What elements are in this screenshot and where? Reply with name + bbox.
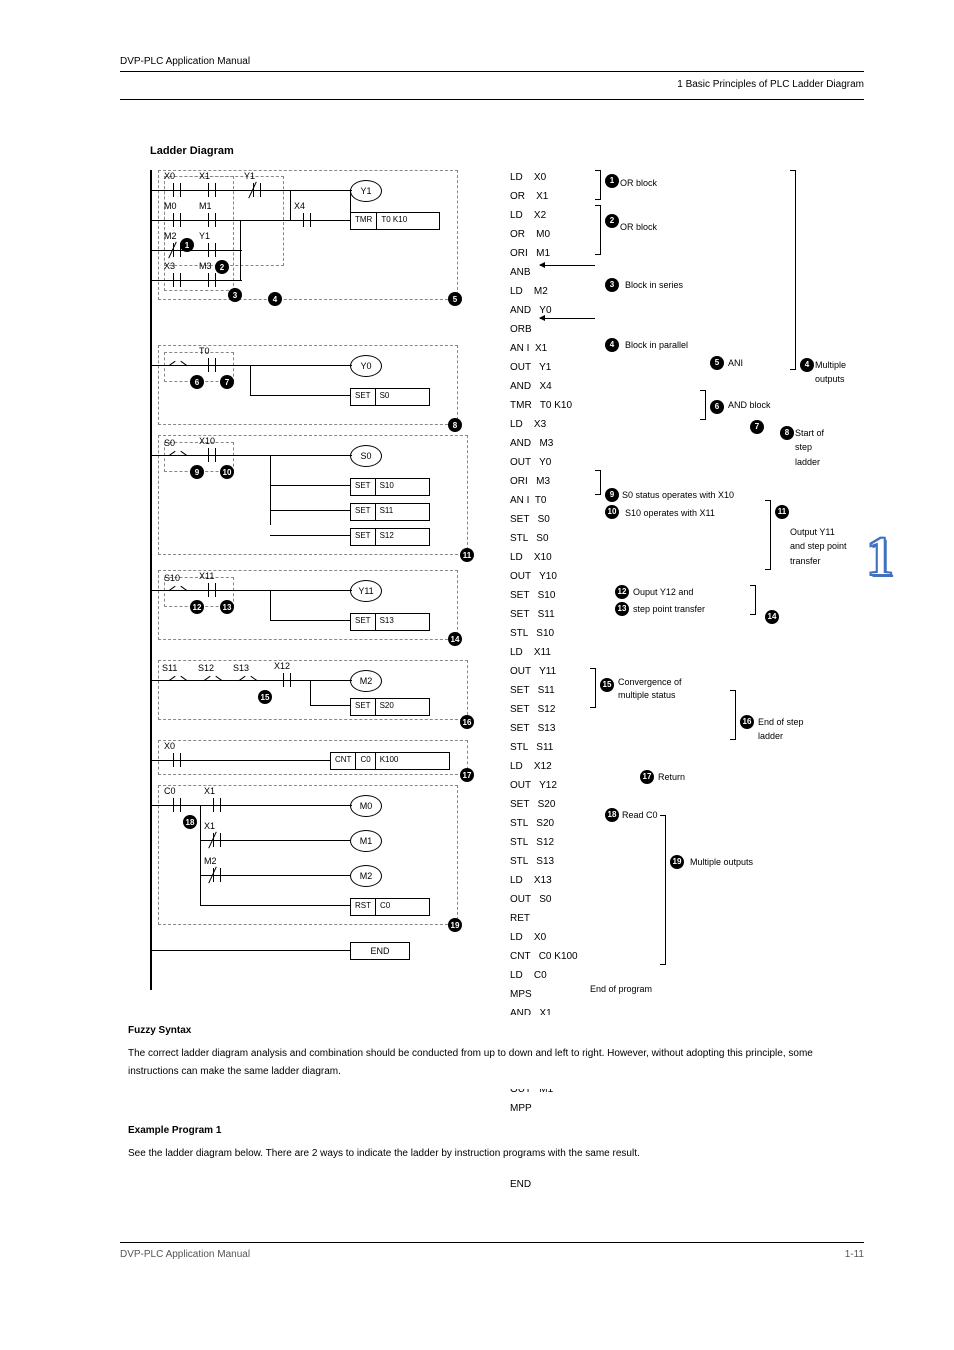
- ladder-diagram: X0 X1 Y1 Y1 M0 M1 X4 TMRT0 K10 M2 Y1 X3 …: [150, 170, 480, 990]
- box-tmr: TMRT0 K10: [350, 212, 440, 230]
- page-footer: DVP-PLC Application Manual 1-11: [120, 1242, 864, 1260]
- chapter-row: 1 Basic Principles of PLC Ladder Diagram: [120, 70, 864, 100]
- example1-body: See the ladder diagram below. There are …: [128, 1145, 832, 1163]
- footer-left: DVP-PLC Application Manual: [120, 1249, 250, 1260]
- header-right: 1 Basic Principles of PLC Ladder Diagram: [677, 79, 864, 90]
- header-left: DVP-PLC Application Manual: [120, 56, 250, 67]
- fuzzy-section: Fuzzy Syntax The correct ladder diagram …: [120, 1015, 840, 1089]
- fuzzy-title: Fuzzy Syntax: [128, 1025, 191, 1036]
- fuzzy-body: The correct ladder diagram analysis and …: [128, 1045, 832, 1081]
- footer-right: 1-11: [845, 1249, 864, 1260]
- page-marker: 1: [866, 525, 894, 589]
- box-end: END: [350, 942, 410, 960]
- left-rail: [150, 170, 152, 990]
- example1-section: Example Program 1 See the ladder diagram…: [120, 1115, 840, 1171]
- coil-y1: Y1: [350, 180, 382, 202]
- example1-title: Example Program 1: [128, 1125, 221, 1136]
- section-title: Ladder Diagram: [150, 145, 234, 157]
